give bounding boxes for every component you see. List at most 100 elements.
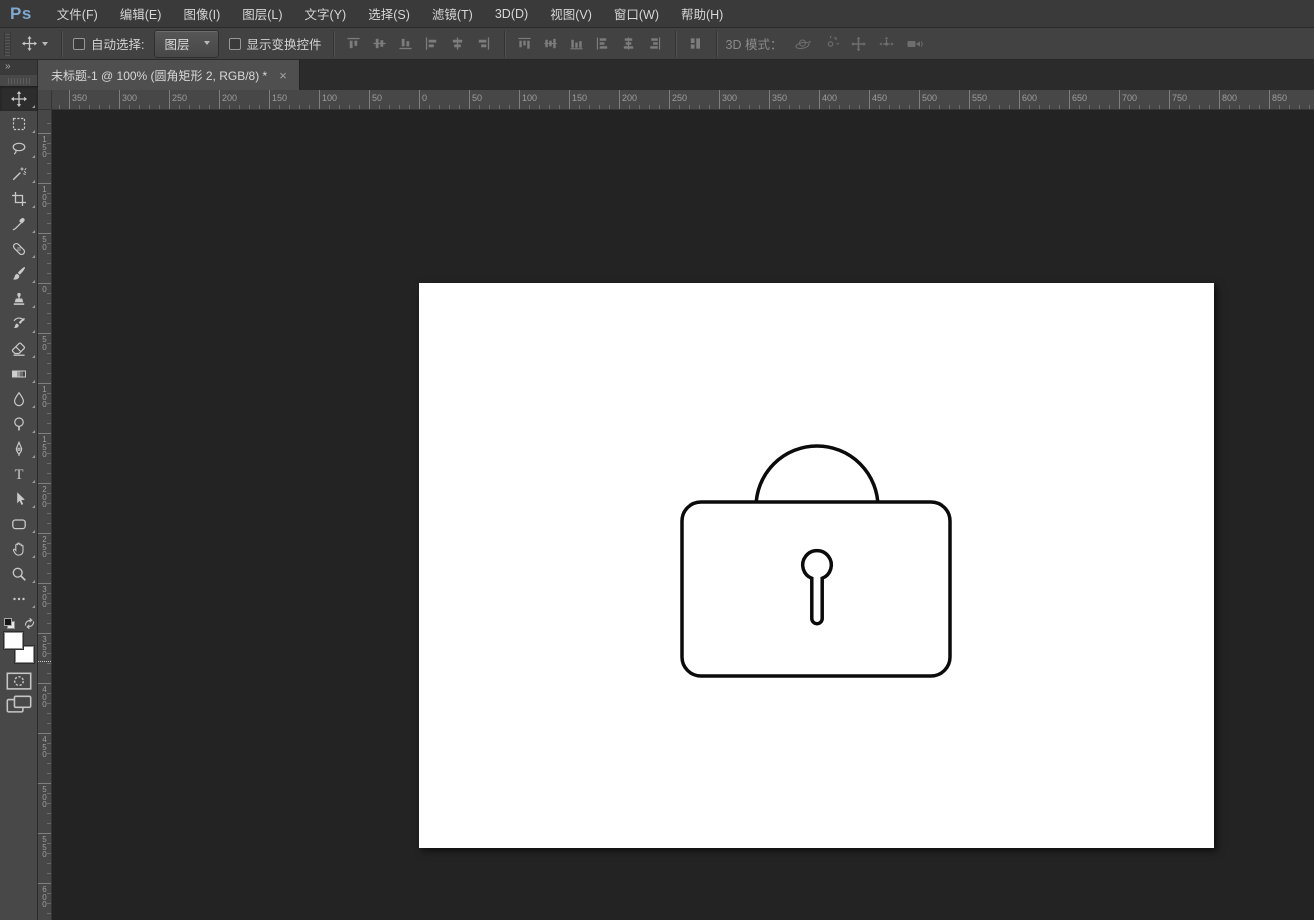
menu-view[interactable]: 视图(V) bbox=[539, 0, 603, 27]
align-top-edges-icon[interactable] bbox=[341, 32, 367, 56]
quick-mask-mode-button[interactable] bbox=[6, 673, 32, 690]
h-ruler-label: 600 bbox=[1022, 93, 1037, 103]
tab-close-icon[interactable]: × bbox=[277, 68, 289, 83]
menu-layer[interactable]: 图层(L) bbox=[231, 0, 293, 27]
tools-panel: » T bbox=[0, 60, 38, 920]
dodge-tool[interactable] bbox=[0, 411, 38, 436]
auto-align-layers-icon[interactable] bbox=[683, 32, 709, 56]
align-right-edges-icon[interactable] bbox=[471, 32, 497, 56]
blur-tool[interactable] bbox=[0, 386, 38, 411]
distribute-top-edges-icon[interactable] bbox=[512, 32, 538, 56]
menu-3d[interactable]: 3D(D) bbox=[484, 0, 539, 27]
distribute-horizontal-centers-icon[interactable] bbox=[616, 32, 642, 56]
v-ruler-label: 3 0 0 bbox=[38, 586, 51, 609]
horizontal-ruler[interactable]: 3503002502001501005005010015020025030035… bbox=[52, 90, 1314, 110]
auto-select-target-dropdown[interactable]: 图层 bbox=[154, 30, 218, 58]
eraser-tool[interactable] bbox=[0, 336, 38, 361]
h-ruler-label: 100 bbox=[522, 93, 537, 103]
v-ruler-label: 1 5 0 bbox=[38, 136, 51, 159]
screen-mode-button[interactable] bbox=[6, 696, 32, 713]
foreground-color-swatch[interactable] bbox=[4, 632, 23, 649]
lasso-tool[interactable] bbox=[0, 136, 38, 161]
distribute-bottom-edges-icon[interactable] bbox=[564, 32, 590, 56]
history-brush-tool[interactable] bbox=[0, 311, 38, 336]
magic-wand-tool[interactable] bbox=[0, 161, 38, 186]
align-horizontal-centers-icon[interactable] bbox=[445, 32, 471, 56]
h-ruler-label: 500 bbox=[922, 93, 937, 103]
ruler-origin-corner[interactable] bbox=[38, 90, 52, 110]
gradient-tool[interactable] bbox=[0, 361, 38, 386]
distribute-left-edges-icon[interactable] bbox=[590, 32, 616, 56]
v-ruler-label: 5 0 0 bbox=[38, 786, 51, 809]
pen-tool[interactable] bbox=[0, 436, 38, 461]
panel-bottom-buttons bbox=[0, 673, 38, 713]
ruler-pointer-marker bbox=[38, 661, 51, 662]
align-bottom-edges-icon[interactable] bbox=[393, 32, 419, 56]
menu-type[interactable]: 文字(Y) bbox=[294, 0, 358, 27]
tool-preset-picker[interactable] bbox=[16, 36, 54, 51]
menu-image[interactable]: 图像(I) bbox=[172, 0, 231, 27]
document-tab[interactable]: 未标题-1 @ 100% (圆角矩形 2, RGB/8) * × bbox=[38, 60, 300, 90]
v-ruler-label: 1 0 0 bbox=[38, 186, 51, 209]
align-left-edges-icon[interactable] bbox=[419, 32, 445, 56]
menu-select[interactable]: 选择(S) bbox=[357, 0, 421, 27]
menu-items: 文件(F)编辑(E)图像(I)图层(L)文字(Y)选择(S)滤镜(T)3D(D)… bbox=[46, 0, 735, 27]
h-ruler-label: 300 bbox=[722, 93, 737, 103]
crop-tool[interactable] bbox=[0, 186, 38, 211]
show-transform-controls-checkbox[interactable]: 显示变换控件 bbox=[229, 34, 322, 53]
h-ruler-label: 150 bbox=[572, 93, 587, 103]
padlock-artwork bbox=[419, 283, 1214, 848]
v-ruler-label: 4 0 0 bbox=[38, 686, 51, 709]
zoom-tool[interactable] bbox=[0, 561, 38, 586]
default-colors-icon[interactable] bbox=[3, 617, 17, 631]
h-ruler-label: 100 bbox=[322, 93, 337, 103]
3d-slide-icon[interactable] bbox=[872, 32, 900, 56]
distribute-right-edges-icon[interactable] bbox=[642, 32, 668, 56]
canvas-viewport[interactable] bbox=[52, 110, 1314, 920]
more-tools-tool[interactable] bbox=[0, 586, 38, 611]
checkbox-icon[interactable] bbox=[73, 38, 85, 50]
3d-rotate-icon[interactable] bbox=[788, 32, 816, 56]
panel-grip[interactable] bbox=[8, 78, 30, 84]
distribute-vertical-centers-icon[interactable] bbox=[538, 32, 564, 56]
menu-window[interactable]: 窗口(W) bbox=[603, 0, 670, 27]
menu-filter[interactable]: 滤镜(T) bbox=[421, 0, 484, 27]
checkbox-icon[interactable] bbox=[229, 38, 241, 50]
menu-edit[interactable]: 编辑(E) bbox=[109, 0, 173, 27]
h-ruler-label: 350 bbox=[772, 93, 787, 103]
separator bbox=[61, 31, 62, 57]
distribute-buttons bbox=[512, 32, 668, 56]
v-ruler-label: 1 5 0 bbox=[38, 436, 51, 459]
3d-scale-camera-icon[interactable] bbox=[900, 32, 928, 56]
photoshop-window: Ps 文件(F)编辑(E)图像(I)图层(L)文字(Y)选择(S)滤镜(T)3D… bbox=[0, 0, 1314, 920]
document-canvas[interactable] bbox=[419, 283, 1214, 848]
menu-bar: Ps 文件(F)编辑(E)图像(I)图层(L)文字(Y)选择(S)滤镜(T)3D… bbox=[0, 0, 1314, 28]
brush-tool[interactable] bbox=[0, 261, 38, 286]
document-tab-title: 未标题-1 @ 100% (圆角矩形 2, RGB/8) * bbox=[51, 67, 267, 84]
hand-tool[interactable] bbox=[0, 536, 38, 561]
rectangular-marquee-tool[interactable] bbox=[0, 111, 38, 136]
auto-select-label: 自动选择: bbox=[91, 34, 144, 53]
collapse-panel-button[interactable]: » bbox=[0, 60, 37, 75]
path-selection-tool[interactable] bbox=[0, 486, 38, 511]
menu-file[interactable]: 文件(F) bbox=[46, 0, 109, 27]
swap-colors-icon[interactable] bbox=[23, 617, 36, 630]
h-ruler-label: 50 bbox=[372, 93, 382, 103]
vertical-ruler[interactable]: 1 5 01 0 05 005 01 0 01 5 02 0 02 5 03 0… bbox=[38, 110, 52, 920]
document-tab-bar[interactable]: 未标题-1 @ 100% (圆角矩形 2, RGB/8) * × bbox=[38, 60, 1314, 90]
spot-healing-brush-tool[interactable] bbox=[0, 236, 38, 261]
rounded-rectangle-tool[interactable] bbox=[0, 511, 38, 536]
align-vertical-centers-icon[interactable] bbox=[367, 32, 393, 56]
eyedropper-tool[interactable] bbox=[0, 211, 38, 236]
svg-text:T: T bbox=[14, 467, 23, 482]
clone-stamp-tool[interactable] bbox=[0, 286, 38, 311]
3d-drag-icon[interactable] bbox=[844, 32, 872, 56]
photoshop-logo: Ps bbox=[10, 0, 32, 27]
v-ruler-label: 5 5 0 bbox=[38, 836, 51, 859]
move-tool[interactable] bbox=[0, 86, 38, 111]
options-bar-grip[interactable] bbox=[4, 32, 11, 56]
menu-help[interactable]: 帮助(H) bbox=[670, 0, 734, 27]
3d-roll-icon[interactable] bbox=[816, 32, 844, 56]
type-tool[interactable]: T bbox=[0, 461, 38, 486]
auto-select-checkbox[interactable]: 自动选择: bbox=[73, 34, 144, 53]
